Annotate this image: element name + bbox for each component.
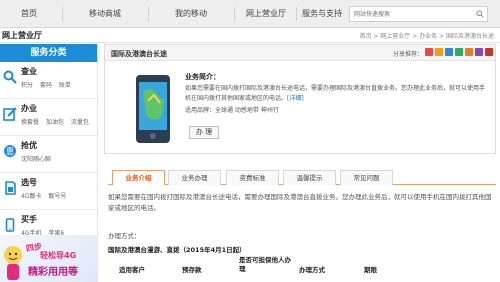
product-info: 业务简介： 如果您需要在国内拨打国际及港澳台长途电话，需要办理国际及港澳台直拨业… (185, 72, 485, 114)
tab-handle[interactable]: 业务办理 (168, 170, 221, 185)
promo-icon: 惠 (4, 145, 16, 157)
sidebar-category-number[interactable]: 选号 4G靓卡 靓号号 (0, 173, 97, 210)
phone-icon (5, 218, 15, 232)
table-header-cell: 是否可担保他人办理 (239, 256, 291, 273)
magnifier-icon (3, 70, 17, 84)
nav-separator (148, 7, 149, 21)
table-header-cell: 适用客户 (119, 266, 145, 274)
phone-product-image (136, 75, 170, 143)
top-nav: 首页 移动商城 我的移动 网上营业厅 服务与支持 (0, 0, 500, 28)
subscribe-button[interactable]: 办 理 (189, 126, 219, 139)
nav-separator (234, 7, 235, 21)
nav-separator (62, 7, 63, 21)
sidebar-category-promo[interactable]: 惠 抢优 沈阳随心聊 (0, 136, 97, 173)
category-link[interactable]: 积分 (21, 82, 33, 89)
category-link[interactable]: 流量包 (71, 119, 89, 126)
share-renren-icon[interactable] (455, 48, 463, 56)
search-input[interactable] (350, 7, 470, 21)
share-tencent-icon[interactable] (445, 48, 453, 56)
search-icon[interactable] (476, 10, 484, 18)
category-title: 办业 (21, 104, 37, 113)
nav-item-my-mobile[interactable]: 我的移动 (152, 0, 230, 28)
category-link[interactable]: 4G靓卡 (21, 193, 41, 200)
detail-link[interactable]: [详细] (287, 95, 304, 102)
banner-text: 轻松导4G (40, 251, 77, 260)
brand-range: 适用品牌：全球通 动感地带 神州行 (185, 107, 279, 114)
handle-way-label: 办理方式： (108, 232, 141, 240)
intro-description: 如果您需要在国内拨打国际及港澳台长途电话，需要办理国际及港澳台直拨业务。您办理此… (185, 85, 486, 102)
tab-fees[interactable]: 资费标准 (226, 170, 279, 185)
share-qzone-icon[interactable] (435, 48, 443, 56)
sidebar-title: 服务分类 (0, 44, 97, 62)
table-header-cell: 期限 (364, 266, 377, 274)
tab-content: 如果您需要在国内拨打国际及港澳台长途电话，需要办理国际及港澳台直拨业务。您办理此… (108, 192, 496, 254)
nav-item-online-hall[interactable]: 网上营业厅 (236, 0, 296, 28)
share-kaixin-icon[interactable] (475, 48, 483, 56)
nav-item-home[interactable]: 首页 (0, 0, 58, 28)
category-link[interactable]: 沈阳随心聊 (21, 156, 51, 163)
category-link[interactable]: 加油包 (46, 119, 64, 126)
page-section-title: 网上营业厅 (2, 31, 42, 40)
sidebar-category-handle[interactable]: 办业 换套餐 加油包 流量包 (0, 99, 97, 136)
tab-faq[interactable]: 常见问题 (340, 170, 393, 185)
table-header-cell: 办理方式 (299, 266, 325, 274)
share-douban-icon[interactable] (465, 48, 473, 56)
main-content: 国际及港澳台长途 分享推荐： 业务简介： 如果您需要在国内拨打国际及港澳台长途电… (104, 44, 500, 282)
table-header-cell: 预存款 (182, 266, 202, 274)
product-panel: 国际及港澳台长途 分享推荐： 业务简介： 如果您需要在国内拨打国际及港澳台长途电… (104, 44, 496, 154)
category-link[interactable]: 换套餐 (21, 119, 39, 126)
tab-intro[interactable]: 业务介绍 (112, 170, 165, 185)
tab-bar: 业务介绍 业务办理 资费标准 温馨提示 常见问题 (108, 170, 496, 185)
category-link[interactable]: 套码 (40, 82, 52, 89)
nav-item-service[interactable]: 服务与支持 (294, 0, 350, 28)
share-weibo-icon[interactable] (425, 48, 433, 56)
sub-header: 网上营业厅 首页 > 网上营业厅 > 办业务 > 国际及港澳台长途 (0, 28, 500, 43)
category-title: 查业 (21, 67, 37, 76)
edit-icon (3, 107, 17, 121)
breadcrumb[interactable]: 首页 > 网上营业厅 > 办业务 > 国际及港澳台长途 (359, 31, 494, 40)
svg-text:惠: 惠 (6, 146, 14, 156)
intro-text: 如果您需要在国内拨打国际及港澳台长途电话，需要办理国际及港澳台直拨业务。您办理此… (185, 84, 485, 104)
product-title: 国际及港澳台长途 (111, 50, 167, 58)
share-label: 分享推荐： (392, 51, 423, 58)
category-title: 买手 (21, 215, 37, 224)
banner-text: 精彩用用等 (28, 267, 78, 278)
sidebar-category-query[interactable]: 查业 积分 套码 账单 (0, 62, 97, 99)
content-description: 如果您需要在国内拨打国际及港澳台长途电话，需要办理国际及港澳台直拨业务。您办理此… (108, 193, 492, 212)
share-more-icon[interactable] (485, 48, 493, 56)
category-link[interactable]: 靓号号 (48, 193, 66, 200)
service-heading: 国际及港澳台漫游、直拨（2015年4月1日起） (108, 246, 246, 254)
search-box (349, 6, 488, 22)
category-link[interactable]: 账单 (59, 82, 71, 89)
intro-title: 业务简介： (185, 73, 220, 81)
tab-tips[interactable]: 温馨提示 (283, 170, 336, 185)
category-title: 抢优 (21, 141, 37, 150)
sim-card-icon (5, 181, 16, 195)
nav-item-mall[interactable]: 移动商城 (66, 0, 144, 28)
mascot-icon (4, 246, 22, 280)
promo-banner[interactable]: 四步 轻松导4G 精彩用用等 (0, 235, 98, 282)
category-title: 选号 (21, 178, 37, 187)
